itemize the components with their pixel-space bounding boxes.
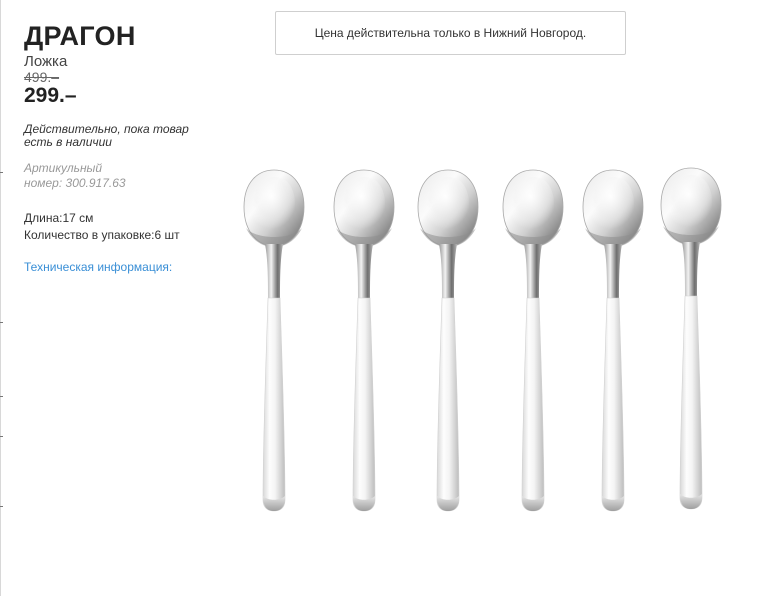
tech-info-link[interactable]: Техническая информация:: [24, 259, 172, 275]
product-specs: Длина:17 см Количество в упаковке:6 шт: [24, 210, 224, 244]
article-label: Артикульный: [24, 161, 103, 175]
spoon-6: [660, 167, 722, 510]
spec-length: Длина:17 см: [24, 211, 94, 225]
price-notice-text: Цена действительна только в Нижний Новго…: [314, 26, 587, 40]
spoon-2: [333, 169, 395, 512]
product-info: ДРАГОН Ложка 499.– 299.– Действительно, …: [24, 20, 224, 276]
spoon-1: [243, 169, 305, 512]
article-number: номер: 300.917.63: [24, 176, 126, 190]
spoon-5: [582, 169, 644, 512]
product-page: ДРАГОН Ложка 499.– 299.– Действительно, …: [0, 0, 763, 596]
spec-package-quantity: Количество в упаковке:6 шт: [24, 228, 180, 242]
availability-note: Действительно, пока товар есть в наличии: [24, 122, 189, 149]
new-price: 299.–: [24, 84, 77, 107]
price-notice: Цена действительна только в Нижний Новго…: [275, 11, 626, 55]
product-name: ДРАГОН: [24, 21, 136, 51]
old-price: 499.–: [24, 69, 60, 85]
product-type: Ложка: [24, 53, 68, 70]
spoon-3: [417, 169, 479, 512]
product-image: [243, 167, 722, 512]
left-border: [0, 0, 3, 596]
spoon-4: [502, 169, 564, 512]
